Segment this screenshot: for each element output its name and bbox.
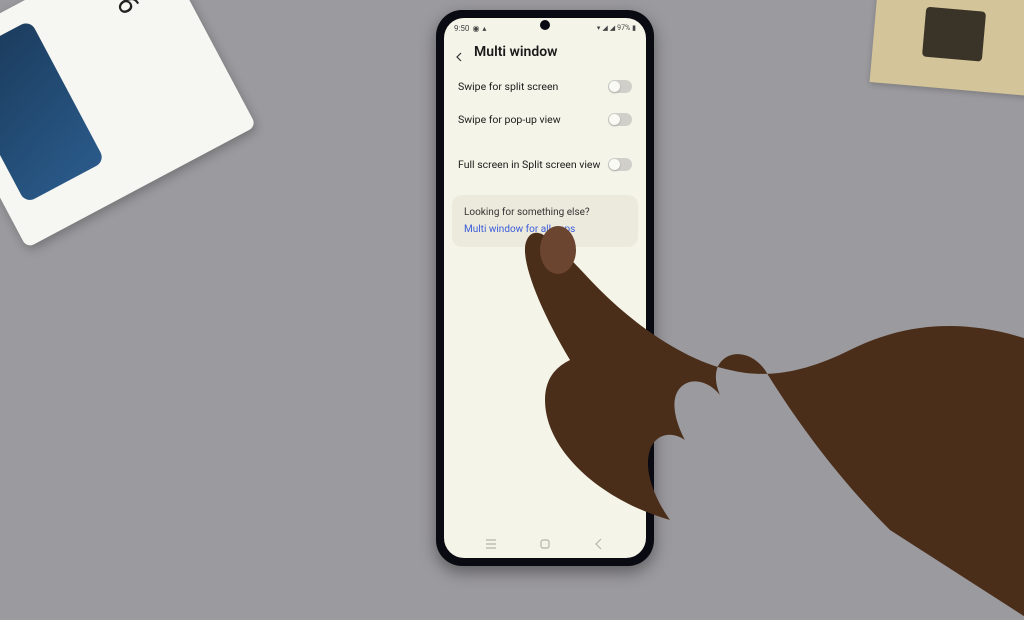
setting-label: Swipe for pop-up view — [458, 113, 561, 126]
phone-frame: 9:50 ◉ ▴ ▾ ◢ ◢ 97% ▮ Multi window Swipe … — [436, 10, 654, 566]
setting-swipe-popup[interactable]: Swipe for pop-up view — [444, 103, 646, 136]
back-button[interactable] — [592, 536, 606, 550]
desk-object-part — [922, 7, 986, 62]
phone-screen: 9:50 ◉ ▴ ▾ ◢ ◢ 97% ▮ Multi window Swipe … — [444, 18, 646, 558]
toggle-swipe-split[interactable] — [608, 80, 632, 93]
navigation-bar — [444, 532, 646, 554]
signal-icon: ◢ — [602, 24, 607, 32]
suggestion-card: Looking for something else? Multi window… — [452, 195, 638, 247]
signal-icon: ◢ — [610, 24, 615, 32]
setting-label: Swipe for split screen — [458, 80, 558, 93]
wifi-icon: ▾ — [597, 24, 601, 32]
home-button[interactable] — [538, 536, 552, 550]
product-name: Galaxy A06 — [53, 0, 146, 19]
suggestion-link[interactable]: Multi window for all apps — [464, 224, 626, 235]
page-title: Multi window — [474, 44, 557, 60]
setting-label: Full screen in Split screen view — [458, 158, 600, 171]
box-phone-graphic — [0, 20, 105, 204]
recents-button[interactable] — [484, 536, 498, 550]
notification-icon: ◉ — [472, 24, 479, 33]
setting-fullscreen-split[interactable]: Full screen in Split screen view — [444, 148, 646, 181]
status-time: 9:50 — [454, 24, 469, 33]
desk-object — [870, 0, 1024, 98]
toggle-fullscreen-split[interactable] — [608, 158, 632, 171]
product-box: Galaxy A06 — [0, 0, 256, 248]
back-icon[interactable] — [454, 47, 464, 57]
setting-swipe-split[interactable]: Swipe for split screen — [444, 70, 646, 103]
notification-icon: ▴ — [482, 24, 486, 33]
page-header: Multi window — [444, 36, 646, 70]
toggle-swipe-popup[interactable] — [608, 113, 632, 126]
camera-notch — [540, 20, 550, 30]
suggestion-prompt: Looking for something else? — [464, 207, 626, 218]
battery-icon: ▮ — [632, 24, 636, 32]
battery-pct: 97% — [617, 24, 630, 32]
